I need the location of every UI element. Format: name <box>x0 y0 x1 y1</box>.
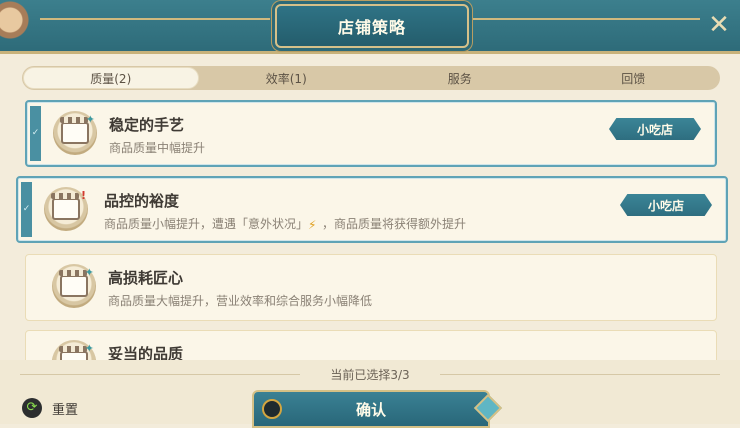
confirm-label: 确认 <box>355 400 386 419</box>
reset-button[interactable]: ⟳ 重置 <box>22 398 78 418</box>
reset-label: 重置 <box>52 402 79 418</box>
selected-check-icon: ✓ <box>30 106 41 161</box>
strategy-list[interactable]: ✓ ✦ 稳定的手艺 商品质量中幅提升 小吃店 ✓ ! 品控的裕度 商品质量小幅提… <box>0 98 740 360</box>
strategy-card[interactable]: ✦ 高损耗匠心 商品质量大幅提升，营业效率和综合服务小幅降低 <box>25 254 717 321</box>
tab-service[interactable]: 服务 <box>373 66 547 90</box>
strategy-desc-part-a: 商品质量小幅提升，遭遇「意外状况」 <box>104 217 309 231</box>
strategy-card[interactable]: ✓ ! 品控的裕度 商品质量小幅提升，遭遇「意外状况」⚡ ，商品质量将获得额外提升… <box>16 176 728 243</box>
strategy-desc-part-b: ，商品质量将获得额外提升 <box>322 217 467 231</box>
header-bar: 店铺策略 ✕ <box>0 0 740 54</box>
strategy-tabs: 质量(2) 效率(1) 服务 回馈 <box>22 66 720 90</box>
shop-type-badge: 小吃店 <box>609 118 701 140</box>
strategy-desc: 商品质量中幅提升 <box>109 141 206 155</box>
page-title: 店铺策略 <box>275 4 469 48</box>
shop-alert-icon: ! <box>44 187 88 231</box>
tab-quality[interactable]: 质量(2) <box>23 67 199 89</box>
header-ornament-right <box>470 18 700 20</box>
strategy-name: 稳定的手艺 <box>109 116 185 134</box>
shop-icon: ✦ <box>52 340 96 360</box>
strategy-card[interactable]: ✦ 妥当的品质 <box>25 330 717 360</box>
tab-feedback[interactable]: 回馈 <box>547 66 721 90</box>
tab-efficiency[interactable]: 效率(1) <box>200 66 374 90</box>
strategy-name: 高损耗匠心 <box>108 269 184 287</box>
strategy-desc: 商品质量小幅提升，遭遇「意外状况」⚡ ，商品质量将获得额外提升 <box>104 215 466 232</box>
shop-type-badge: 小吃店 <box>620 194 712 216</box>
shop-icon: ✦ <box>52 264 96 308</box>
strategy-name: 品控的裕度 <box>104 192 180 210</box>
confirm-button[interactable]: 确认 <box>252 390 503 428</box>
strategy-name: 妥当的品质 <box>108 345 184 360</box>
warning-icon: ⚡ <box>308 217 317 232</box>
selected-check-icon: ✓ <box>21 182 32 237</box>
character-avatar <box>0 0 34 54</box>
strategy-card[interactable]: ✓ ✦ 稳定的手艺 商品质量中幅提升 小吃店 <box>25 100 717 167</box>
header-ornament-left <box>40 18 270 20</box>
controller-button-icon <box>262 399 282 419</box>
close-icon[interactable]: ✕ <box>706 12 732 38</box>
divider <box>440 374 720 375</box>
shop-icon: ✦ <box>53 111 97 155</box>
reset-icon: ⟳ <box>22 398 42 418</box>
strategy-desc: 商品质量大幅提升，营业效率和综合服务小幅降低 <box>108 294 373 308</box>
